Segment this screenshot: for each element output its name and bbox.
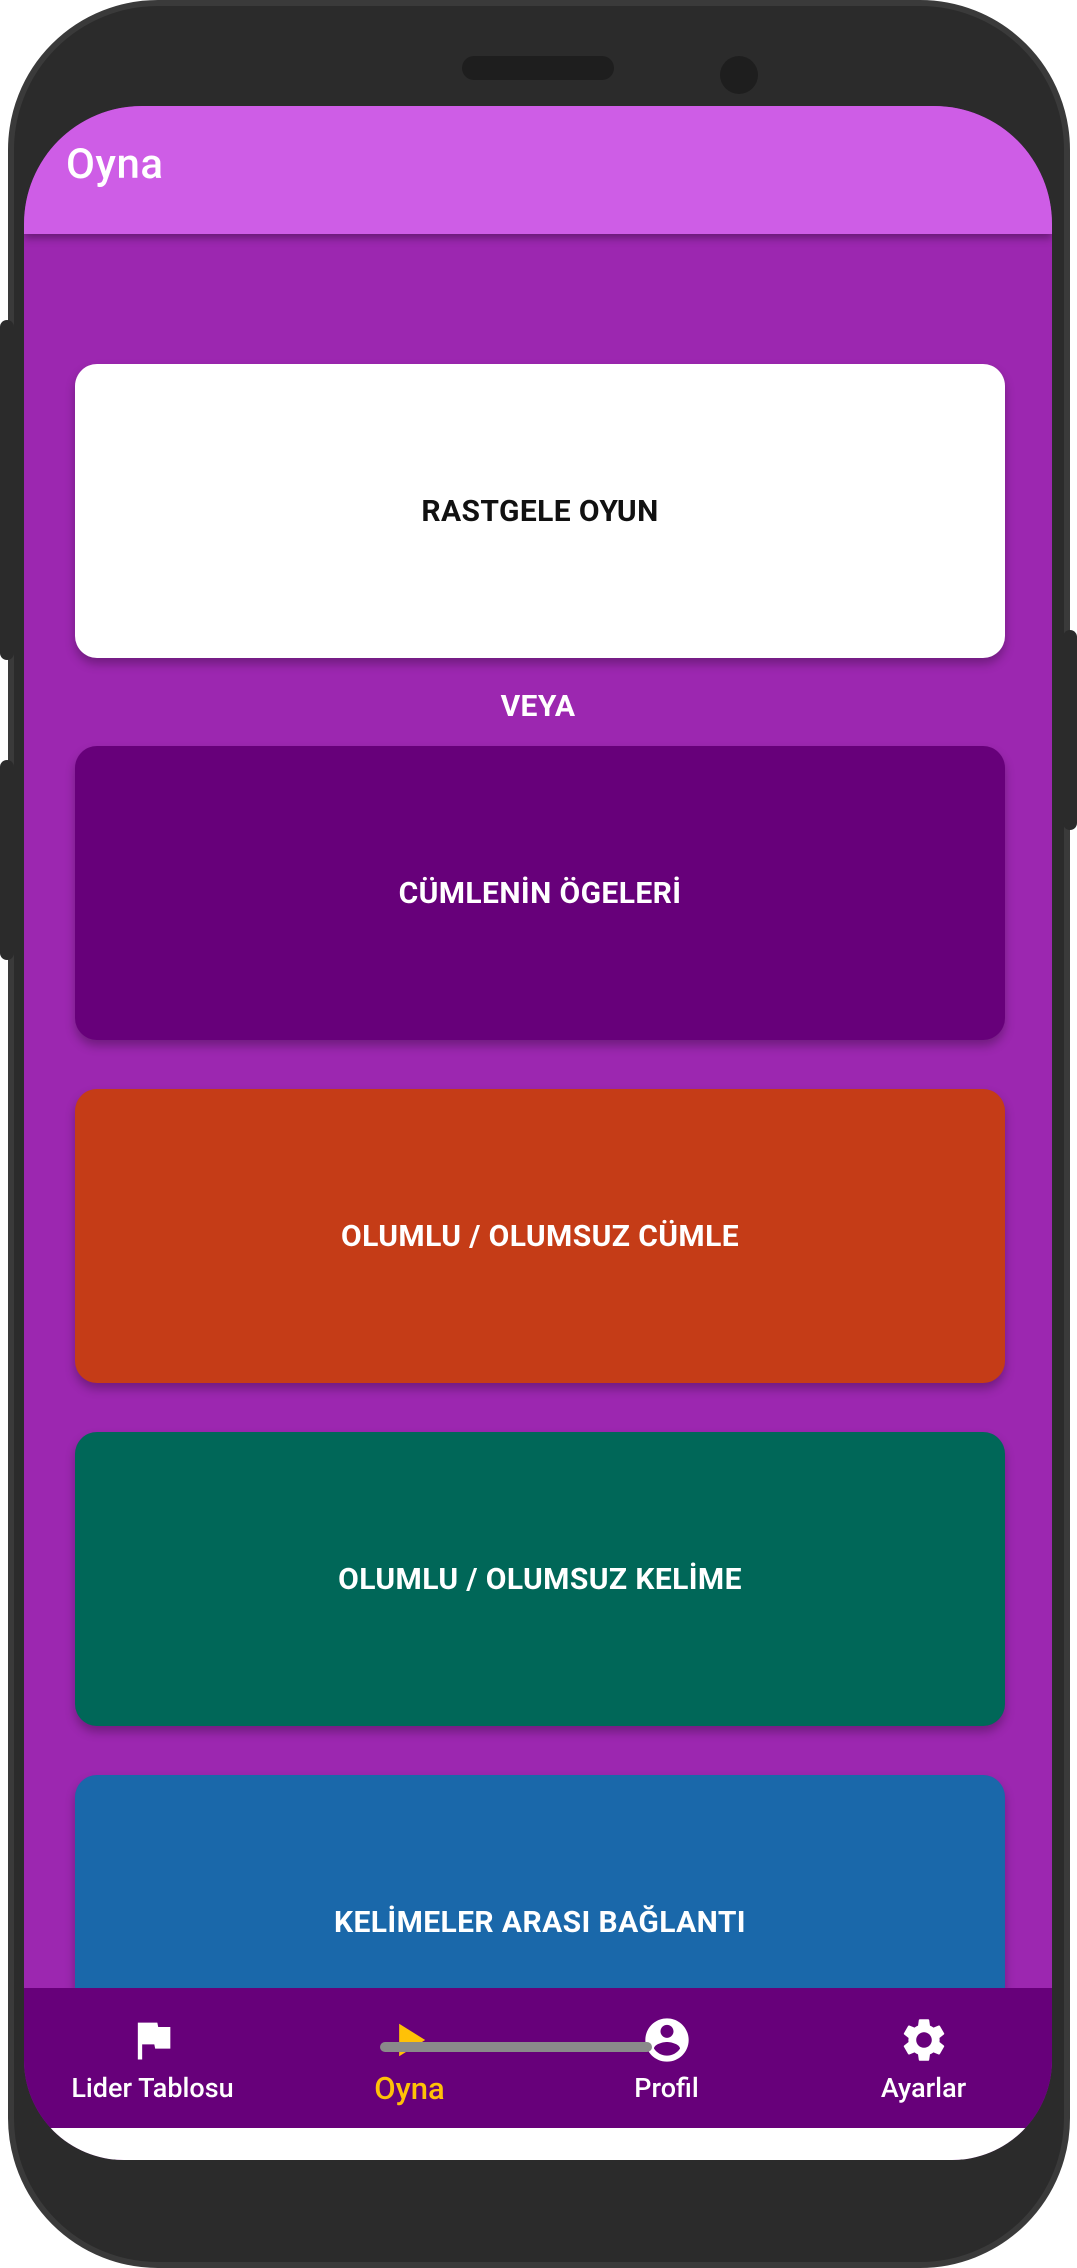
home-indicator[interactable]: [380, 2042, 652, 2052]
flag-icon: [137, 2022, 170, 2060]
bottom-navigation: Lider Tablosu Oyna Profil Ayarlar: [24, 1988, 1052, 2128]
nav-item-leaderboard[interactable]: Lider Tablosu: [24, 1988, 281, 2128]
account-circle-icon: [644, 2018, 689, 2062]
nav-label: Lider Tablosu: [71, 2072, 234, 2104]
category-positive-negative-sentence-button[interactable]: OLUMLU / OLUMSUZ CÜMLE: [75, 1089, 1005, 1383]
volume-button: [0, 320, 14, 660]
category-label: CÜMLENİN ÖGELERİ: [398, 875, 682, 911]
game-mode-list: RASTGELE OYUN VEYA CÜMLENİN ÖGELERİ OLUM…: [24, 234, 1052, 2094]
page-title: Oyna: [66, 140, 164, 189]
app-bar: Oyna: [24, 106, 1052, 234]
nav-label: Ayarlar: [880, 2072, 967, 2104]
nav-label: Oyna: [374, 2070, 445, 2107]
phone-screen: Oyna RASTGELE OYUN VEYA CÜMLENİN ÖGELERİ…: [24, 106, 1052, 2160]
nav-item-play[interactable]: Oyna: [281, 1988, 538, 2128]
category-positive-negative-word-button[interactable]: OLUMLU / OLUMSUZ KELİME: [75, 1432, 1005, 1726]
play-icon: [398, 2023, 425, 2057]
random-game-button[interactable]: RASTGELE OYUN: [75, 364, 1005, 658]
side-button: [0, 760, 14, 960]
gear-icon: [903, 2019, 944, 2061]
category-label: OLUMLU / OLUMSUZ CÜMLE: [341, 1218, 739, 1254]
separator-label: VEYA: [500, 689, 576, 724]
earpiece-speaker: [462, 56, 614, 80]
front-camera: [720, 56, 758, 94]
random-game-label: RASTGELE OYUN: [421, 493, 659, 529]
nav-label: Profil: [634, 2072, 699, 2104]
power-button: [1063, 630, 1077, 830]
category-sentence-elements-button[interactable]: CÜMLENİN ÖGELERİ: [75, 746, 1005, 1040]
nav-item-settings[interactable]: Ayarlar: [795, 1988, 1052, 2128]
category-label: KELİMELER ARASI BAĞLANTI: [334, 1904, 746, 1940]
nav-item-profile[interactable]: Profil: [538, 1988, 795, 2128]
gesture-area: [24, 2128, 1052, 2160]
category-label: OLUMLU / OLUMSUZ KELİME: [338, 1561, 742, 1597]
